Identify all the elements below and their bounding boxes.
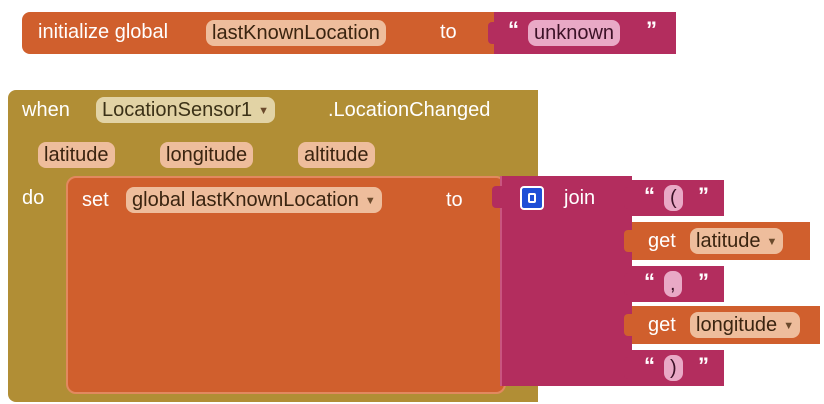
event-name-label: .LocationChanged bbox=[328, 99, 491, 121]
when-label: when bbox=[22, 99, 70, 121]
value-socket-notch bbox=[624, 273, 634, 295]
get-label: get bbox=[648, 314, 676, 336]
dropdown-arrow-icon[interactable]: ▼ bbox=[767, 229, 778, 255]
value-socket-notch bbox=[624, 314, 634, 336]
close-quote-icon: ” bbox=[698, 183, 709, 208]
value-socket-notch bbox=[624, 230, 634, 252]
component-name: LocationSensor1 bbox=[102, 99, 253, 121]
param-altitude[interactable]: altitude bbox=[298, 142, 375, 168]
join-label: join bbox=[564, 187, 596, 209]
open-quote-icon: “ bbox=[644, 353, 655, 378]
dropdown-arrow-icon[interactable]: ▼ bbox=[783, 313, 794, 339]
text-string-block[interactable]: “ , ” bbox=[624, 266, 724, 302]
join-text-block[interactable]: join bbox=[492, 176, 632, 386]
open-quote-icon: “ bbox=[644, 269, 655, 294]
text-string-block-unknown[interactable]: “ unknown ” bbox=[488, 12, 676, 54]
text-value-field[interactable]: ( bbox=[664, 185, 683, 211]
do-label: do bbox=[22, 187, 45, 209]
to-label: to bbox=[440, 21, 457, 43]
close-quote-icon: ” bbox=[698, 269, 709, 294]
global-variable-name-field[interactable]: lastKnownLocation bbox=[206, 20, 386, 46]
get-variable-block[interactable]: get latitude ▼ bbox=[624, 222, 810, 260]
get-variable-dropdown[interactable]: longitude ▼ bbox=[690, 312, 801, 339]
text-string-block[interactable]: “ ( ” bbox=[624, 180, 724, 216]
param-latitude[interactable]: latitude bbox=[38, 142, 115, 168]
set-variable-dropdown[interactable]: global lastKnownLocation ▼ bbox=[126, 187, 382, 213]
get-label: get bbox=[648, 230, 676, 252]
text-value-field[interactable]: ) bbox=[664, 355, 683, 381]
close-quote-icon: ” bbox=[698, 353, 709, 378]
set-label: set bbox=[82, 189, 109, 211]
value-socket-notch bbox=[624, 187, 634, 209]
component-dropdown[interactable]: LocationSensor1 ▼ bbox=[96, 97, 275, 123]
dropdown-arrow-icon[interactable]: ▼ bbox=[365, 188, 376, 214]
value-socket-notch bbox=[624, 357, 634, 379]
value-socket-notch bbox=[488, 22, 498, 44]
mutator-inner-square bbox=[528, 193, 536, 203]
get-variable-name: longitude bbox=[696, 314, 778, 336]
initialize-global-label: initialize global bbox=[38, 21, 169, 43]
dropdown-arrow-icon[interactable]: ▼ bbox=[258, 98, 269, 124]
text-value-field[interactable]: , bbox=[664, 271, 682, 297]
close-quote-icon: ” bbox=[646, 17, 657, 42]
value-socket-notch bbox=[492, 186, 502, 208]
text-value-field[interactable]: unknown bbox=[528, 20, 621, 46]
get-variable-block[interactable]: get longitude ▼ bbox=[624, 306, 820, 344]
open-quote-icon: “ bbox=[644, 183, 655, 208]
set-to-label: to bbox=[446, 189, 463, 211]
param-longitude[interactable]: longitude bbox=[160, 142, 254, 168]
mutator-gear-icon[interactable] bbox=[520, 186, 544, 210]
get-variable-dropdown[interactable]: latitude ▼ bbox=[690, 228, 784, 255]
set-variable-name: global lastKnownLocation bbox=[132, 189, 359, 211]
initialize-global-block[interactable]: initialize global lastKnownLocation to bbox=[22, 12, 500, 54]
set-global-variable-block[interactable]: set global lastKnownLocation ▼ to bbox=[66, 176, 506, 394]
text-string-block[interactable]: “ ) ” bbox=[624, 350, 724, 386]
open-quote-icon: “ bbox=[508, 17, 519, 42]
get-variable-name: latitude bbox=[696, 230, 761, 252]
